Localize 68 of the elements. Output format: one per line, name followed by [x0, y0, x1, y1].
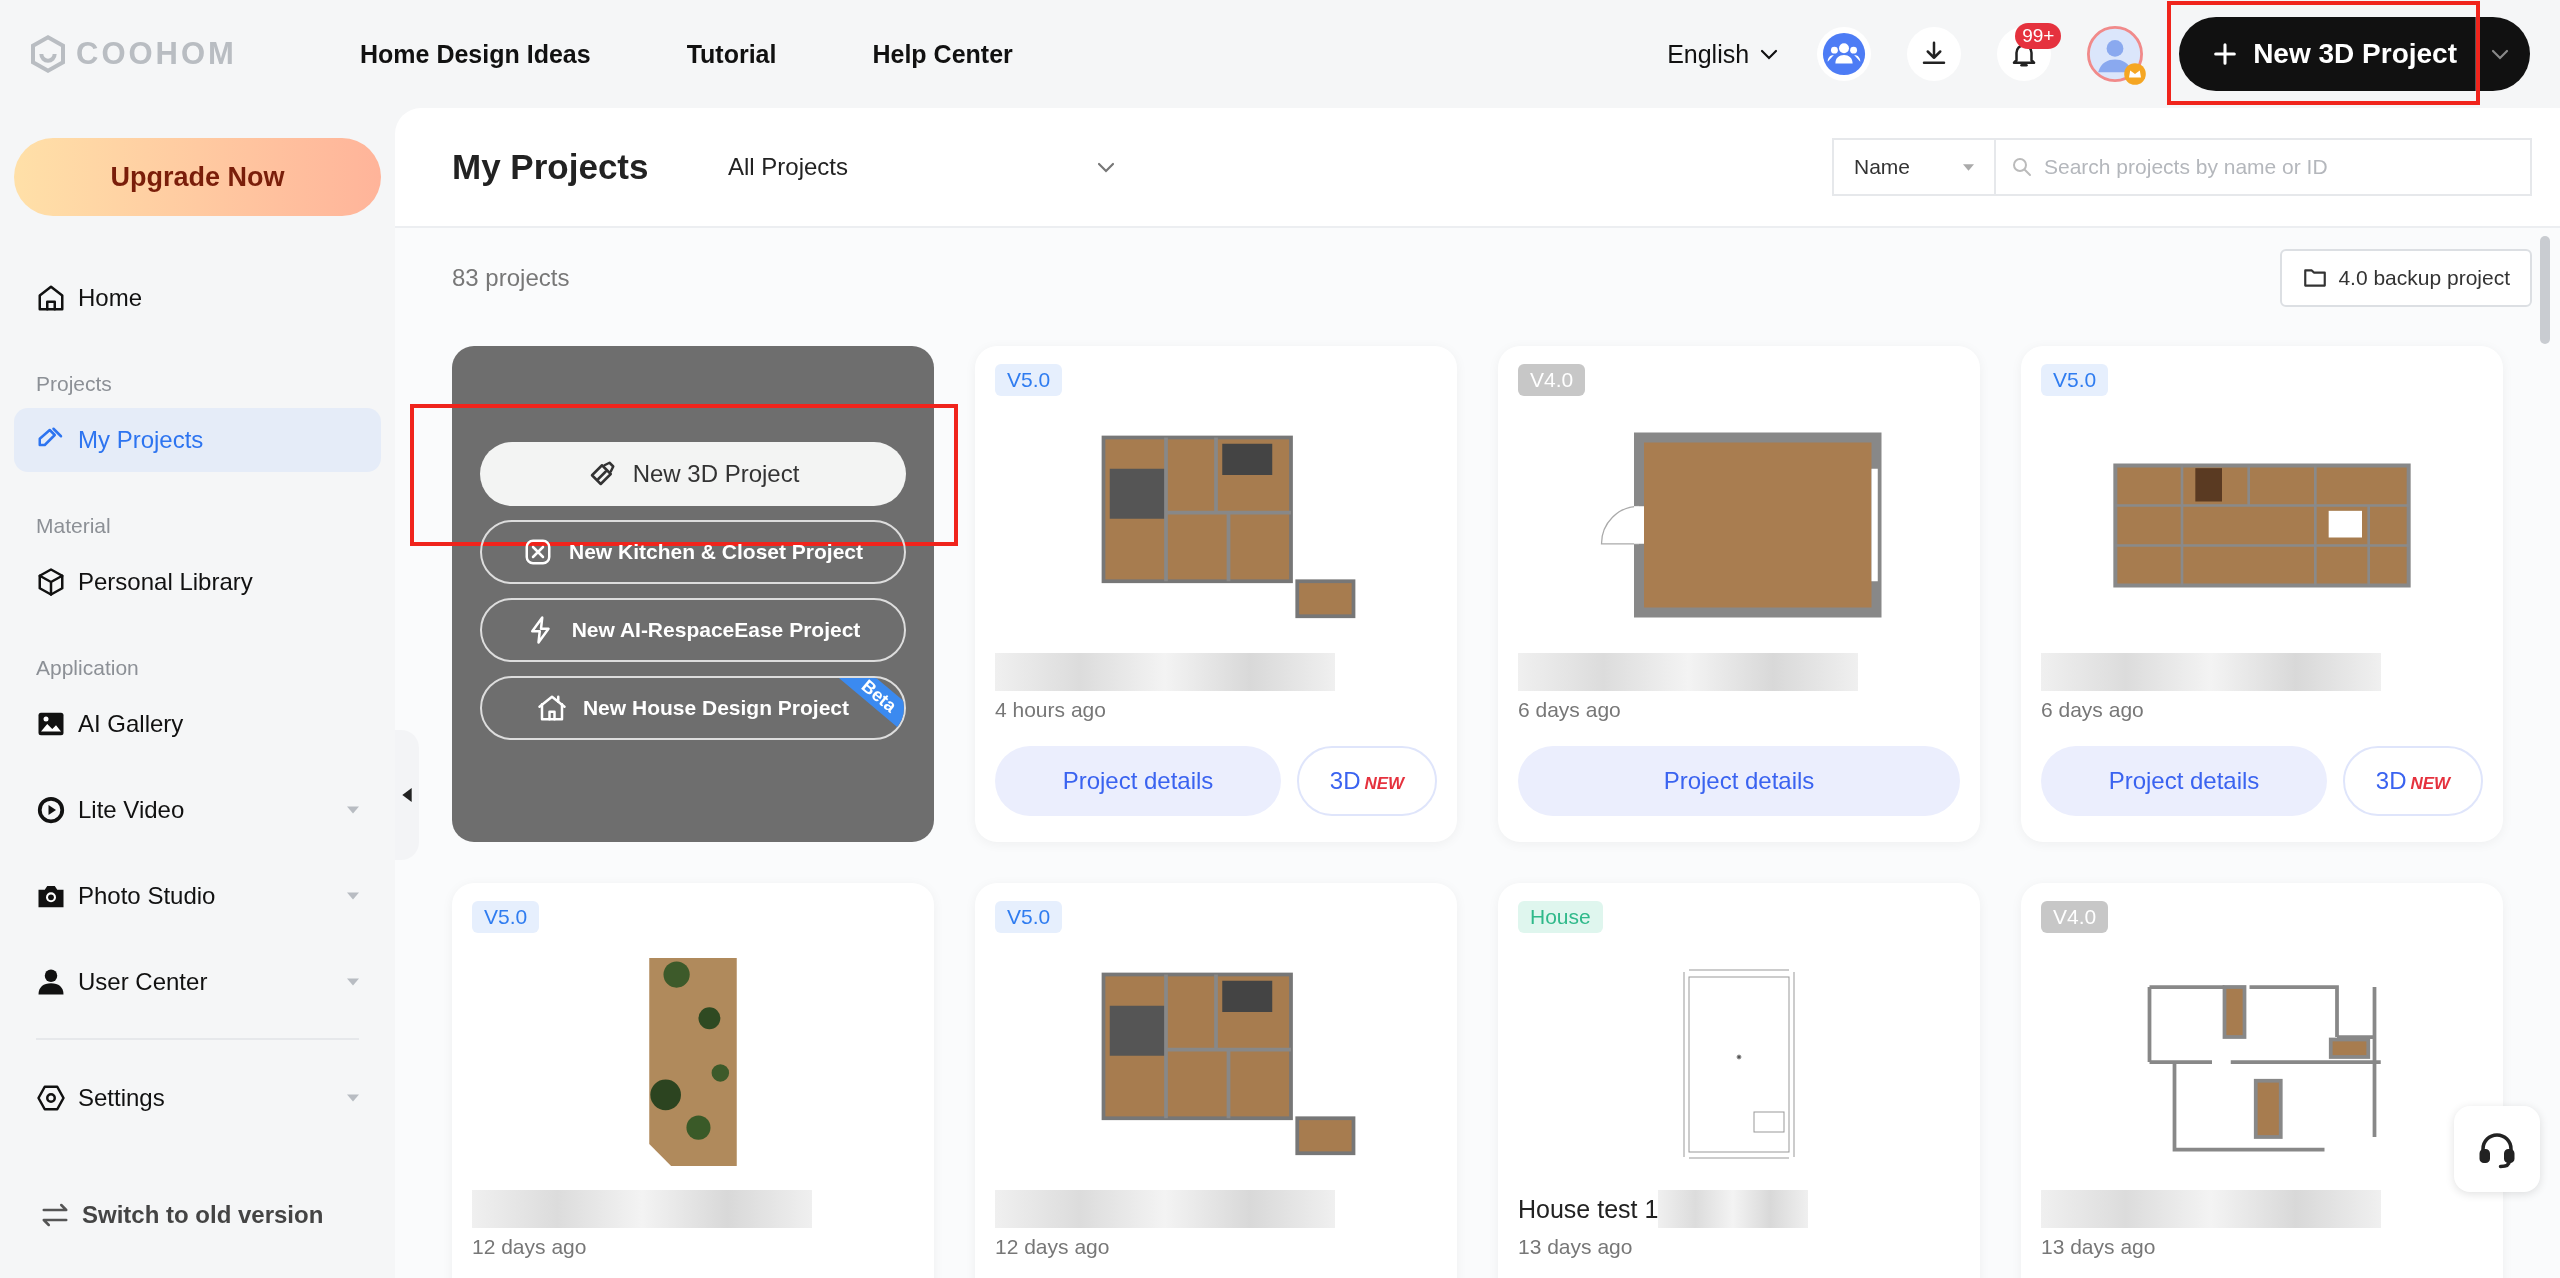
- headset-icon[interactable]: [2454, 1106, 2540, 1192]
- house-icon: [536, 693, 567, 723]
- section-label: Projects: [35, 371, 113, 397]
- section-label: Material: [35, 513, 112, 539]
- version-tag: V5.0: [995, 364, 1063, 396]
- section-label: Application: [35, 655, 140, 681]
- project-card[interactable]: V5.0 12 days ago: [975, 883, 1457, 1278]
- version-tag: V4.0: [2041, 901, 2109, 933]
- version-tag: V5.0: [995, 901, 1063, 933]
- project-card[interactable]: V5.0 12 days ago: [452, 883, 934, 1278]
- switch-version-link[interactable]: Switch to old version: [14, 1200, 381, 1230]
- collapse-tab[interactable]: [395, 730, 419, 860]
- modified-time: 12 days ago: [472, 1235, 588, 1259]
- settings-icon: [36, 1083, 66, 1113]
- scrollbar-thumb[interactable]: [2540, 236, 2550, 344]
- view-3d-button[interactable]: 3D NEW: [2343, 746, 2483, 816]
- version-tag: House: [1518, 901, 1603, 933]
- modified-time: 4 hours ago: [995, 698, 1107, 722]
- project-count: 83 projects: [452, 264, 570, 292]
- upgrade-button[interactable]: Upgrade Now: [14, 138, 381, 216]
- sidebar-item[interactable]: Lite Video: [14, 778, 381, 842]
- user-icon: [36, 967, 66, 997]
- notification-badge: 99+: [2015, 23, 2062, 49]
- project-card[interactable]: V4.0 6 days ago Project details: [1498, 346, 1980, 842]
- sidebar-item[interactable]: Personal Library: [14, 550, 381, 614]
- crown-icon: [2123, 62, 2148, 86]
- sidebar-item[interactable]: AI Gallery: [14, 692, 381, 756]
- sidebar-item[interactable]: Home: [14, 266, 381, 330]
- view-3d-button[interactable]: 3D NEW: [1297, 746, 1437, 816]
- project-details-button[interactable]: Project details: [2041, 746, 2327, 816]
- modified-time: 6 days ago: [1518, 698, 1622, 722]
- search-field[interactable]: Search projects by name or ID: [1996, 138, 2532, 196]
- project-filter-dropdown[interactable]: All Projects: [728, 153, 1118, 181]
- play-icon: [36, 795, 66, 825]
- logo-icon: [28, 34, 68, 74]
- project-details-button[interactable]: Project details: [1518, 746, 1960, 816]
- project-title: House test 1: [1518, 1194, 1659, 1224]
- nav-link[interactable]: Home Design Ideas: [360, 39, 591, 69]
- version-tag: V4.0: [1518, 364, 1586, 396]
- project-card[interactable]: V5.0 6 days ago Project details 3D NEW: [2021, 346, 2503, 842]
- sidebar-item[interactable]: Settings: [14, 1066, 381, 1130]
- backup-project-button[interactable]: 4.0 backup project: [2280, 249, 2532, 307]
- modified-time: 12 days ago: [995, 1235, 1111, 1259]
- nav-link[interactable]: Tutorial: [686, 39, 777, 69]
- sort-dropdown[interactable]: Name: [1832, 138, 1996, 196]
- sidebar-item[interactable]: Photo Studio: [14, 864, 381, 928]
- create-project-button[interactable]: New AI-RespaceEase Project: [480, 598, 906, 662]
- page-title: My Projects: [452, 147, 650, 187]
- modified-time: 13 days ago: [2041, 1235, 2157, 1259]
- project-details-button[interactable]: Project details: [995, 746, 1281, 816]
- caret-icon: [1963, 163, 1974, 171]
- sidebar-item[interactable]: User Center: [14, 950, 381, 1014]
- project-card[interactable]: V4.0 13 days ago: [2021, 883, 2503, 1278]
- modified-time: 6 days ago: [2041, 698, 2145, 722]
- create-project-button[interactable]: New Kitchen & Closet Project: [480, 520, 906, 584]
- version-tag: V5.0: [472, 901, 540, 933]
- modified-time: 13 days ago: [1518, 1235, 1634, 1259]
- create-project-button[interactable]: New 3D Project: [480, 442, 906, 506]
- nav-link[interactable]: Help Center: [872, 39, 1013, 69]
- triangle-left-icon: [402, 788, 412, 802]
- version-tag: V5.0: [2041, 364, 2109, 396]
- cube-icon: [36, 567, 66, 597]
- logo-text: COOHOM: [76, 36, 237, 72]
- project-card[interactable]: House House test 1 13 days ago: [1498, 883, 1980, 1278]
- project-card[interactable]: V5.0 4 hours ago Project details 3D NEW: [975, 346, 1457, 842]
- home-icon: [36, 283, 66, 313]
- language-selector[interactable]: English: [1667, 39, 1782, 69]
- sidebar-item[interactable]: My Projects: [14, 408, 381, 472]
